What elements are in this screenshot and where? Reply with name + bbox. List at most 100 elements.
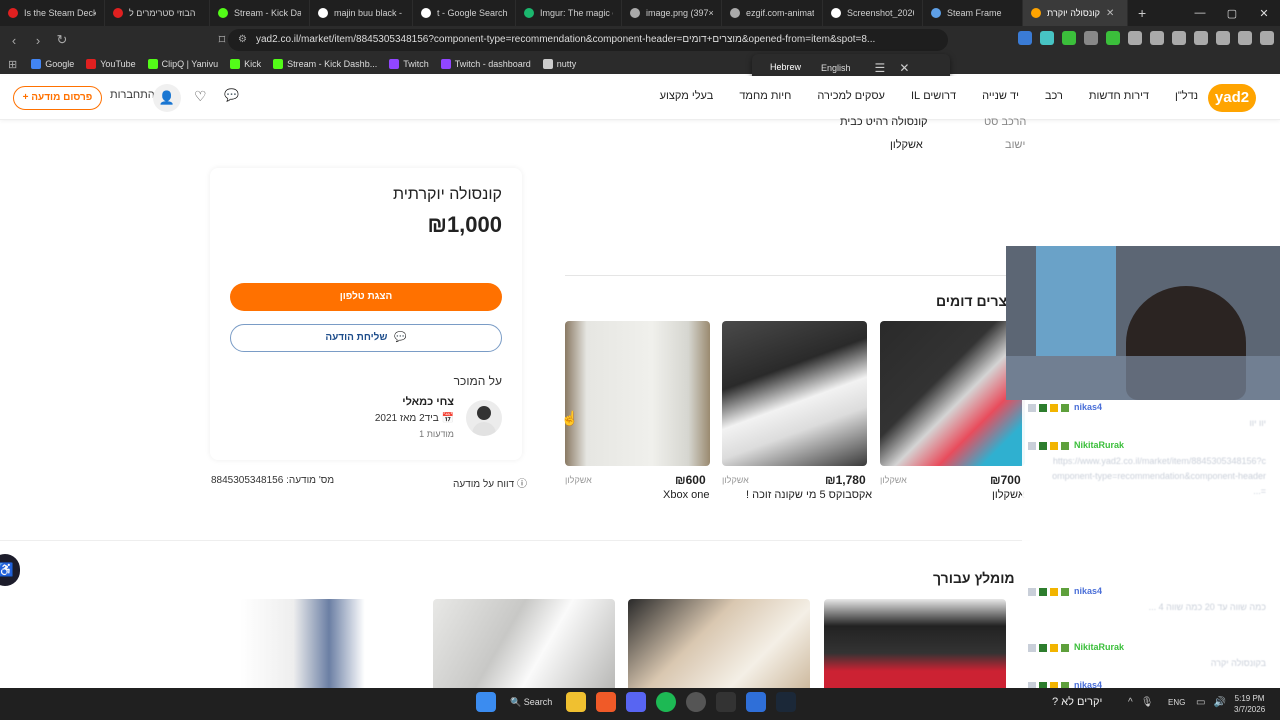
recommended-item-image[interactable] [433,599,615,689]
volume-icon[interactable]: 🔊 [1213,697,1225,708]
spec-value: קונסולה רהיט כבית [840,116,928,128]
login-link[interactable]: התחברות [110,89,155,101]
shield-icon[interactable] [1238,31,1252,45]
close-tab-icon[interactable]: ✕ [1106,8,1114,19]
main-nav-item[interactable]: נדל"ן [1175,90,1198,102]
reload-icon[interactable]: ↻ [52,32,72,48]
tab-favicon-icon [630,8,640,18]
network-icon[interactable]: ▭ [1196,697,1205,708]
apps-icon[interactable]: ⊞ [8,58,17,71]
minimize-icon[interactable]: — [1184,7,1216,20]
extension-icon[interactable] [1018,31,1032,45]
main-nav-item[interactable]: דירות חדשות [1089,90,1149,102]
mic-icon[interactable]: 🎙 [1141,697,1154,708]
product-image[interactable] [565,321,710,466]
messages-icon[interactable]: 💬 [224,88,239,102]
favorites-icon[interactable]: ♡ [194,88,207,105]
bookmark-item[interactable]: Kick [230,59,261,69]
send-message-button[interactable]: שליחת הודעה 💬 [230,324,502,352]
seller-name: צחי כמאלי [402,396,454,408]
browser-tab[interactable]: Steam Frame [923,0,1023,26]
product-name[interactable]: Xbox one [663,489,709,501]
back-icon[interactable]: ‹ [4,33,24,48]
recommended-item-image[interactable] [240,599,418,689]
bookmark-item[interactable]: YouTube [86,59,136,69]
translate-close-icon[interactable]: ✕ [899,61,909,75]
browser-tab[interactable]: Is the Steam Deck G [0,0,105,26]
extension-icon[interactable] [1062,31,1076,45]
main-nav-item[interactable]: חיות מחמד [739,90,791,102]
yad2-logo[interactable]: yad2 [1208,84,1256,112]
new-tab-button[interactable]: + [1128,5,1156,21]
app-icon[interactable] [716,692,737,712]
browser-tab[interactable]: Imgur: The magic o [516,0,622,26]
chat-username[interactable]: NikitaRurak [1074,440,1124,450]
start-icon[interactable] [476,692,496,712]
extension-icon[interactable] [1128,31,1142,45]
site-info-icon[interactable]: ⚙ [238,29,247,51]
accessibility-button[interactable]: ♿ [0,554,20,586]
bookmark-item[interactable]: Twitch [389,59,429,69]
extension-icon[interactable] [1106,31,1120,45]
chat-username[interactable]: nikas4 [1074,586,1102,596]
extension-icon[interactable] [1040,31,1054,45]
clock[interactable]: 5:19 PM 3/7/2026 [1234,693,1265,715]
bookmark-item[interactable]: Stream - Kick Dashb... [273,59,377,69]
translate-hebrew-tab[interactable]: Hebrew [760,58,812,78]
product-image[interactable] [722,321,867,466]
language-indicator[interactable]: ENG [1168,698,1185,707]
sidebar-icon[interactable] [1172,31,1186,45]
product-name[interactable]: אקסבוקס 5 מי שקונה זוכה ! [746,489,872,501]
browser-tab[interactable]: הבוזי סטרימרים ל [105,0,210,26]
maximize-icon[interactable]: ▢ [1216,7,1248,20]
recommended-item-image[interactable] [628,599,810,689]
file-explorer-icon[interactable] [566,692,587,712]
post-ad-button[interactable]: + פרסום מודעה [13,86,102,110]
bookmark-item[interactable]: Google [31,59,74,69]
steam-icon[interactable] [776,692,797,712]
main-nav-item[interactable]: עסקים למכירה [817,90,885,102]
extension-icon[interactable] [1150,31,1164,45]
spec-key: ישוב [1005,139,1026,151]
browser-tab[interactable]: t - Google Search [413,0,516,26]
obs-icon[interactable] [686,692,707,712]
chevron-up-icon[interactable]: ^ [1128,697,1133,708]
brave-icon[interactable] [596,692,617,712]
bookmark-item[interactable]: ClipQ | Yanivu [147,59,218,69]
app-icon[interactable] [746,692,767,712]
browser-tab[interactable]: image.png (397×38 [622,0,722,26]
browser-tab[interactable]: קונסולה יוקרת ✕ [1023,0,1128,26]
taskbar-search[interactable]: 🔍 Search [510,697,552,708]
browser-tab[interactable]: Stream - Kick Dashb [210,0,310,26]
wallet-icon[interactable] [1194,31,1208,45]
main-nav-item[interactable]: בעלי מקצוע [660,90,714,102]
chat-username[interactable]: NikitaRurak [1074,642,1124,652]
extension-icon[interactable] [1084,31,1098,45]
bookmark-item[interactable]: Twitch - dashboard [440,59,531,69]
browser-tab[interactable]: Screenshot_2026-0 [823,0,923,26]
product-name[interactable]: אשקלון [992,489,1025,501]
forward-icon[interactable]: › [28,33,48,48]
discord-icon[interactable] [626,692,647,712]
recommended-item-image[interactable] [824,599,1006,689]
translate-english-tab[interactable]: English [811,59,861,77]
notification-text[interactable]: ? יקרים לא [1052,696,1102,708]
chat-message: nikas4 כמה שווה עד 20 כמה שווה 4 ... [1028,586,1266,615]
chat-username[interactable]: nikas4 [1074,402,1102,412]
ai-icon[interactable] [1216,31,1230,45]
product-image[interactable] [880,321,1025,466]
main-nav-item[interactable]: דרושים IL [911,90,956,102]
spotify-icon[interactable] [656,692,677,712]
address-bar[interactable]: ⚙ yad2.co.il/market/item/8845305348156?c… [228,29,948,51]
browser-tab[interactable]: majin buu black - G [310,0,413,26]
menu-icon[interactable] [1260,31,1274,45]
report-ad-link[interactable]: דווח על מודעה ⓘ [453,475,527,490]
translate-menu-icon[interactable]: ☰ [875,61,886,75]
main-nav-item[interactable]: יד שנייה [982,90,1019,102]
user-icon[interactable]: 👤 [153,84,181,112]
main-nav-item[interactable]: רכב [1045,90,1063,102]
bookmark-item[interactable]: nutty [542,59,576,69]
browser-tab[interactable]: ezgif.com-animated [722,0,823,26]
show-phone-button[interactable]: הצגת טלפון [230,283,502,311]
close-window-icon[interactable]: ✕ [1248,7,1280,20]
